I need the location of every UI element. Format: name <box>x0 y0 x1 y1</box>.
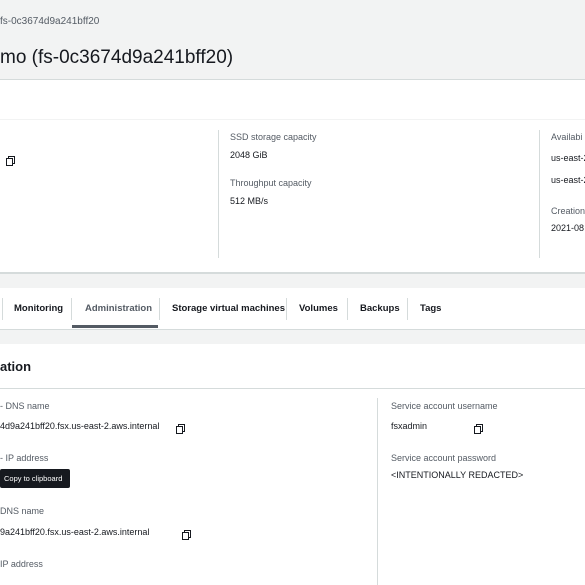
tab-separator <box>159 298 160 320</box>
header-divider <box>0 79 585 80</box>
copy-icon[interactable] <box>6 156 15 166</box>
tab-bar-border <box>0 329 585 330</box>
page-title: mo (fs-0c3674d9a241bff20) <box>0 47 234 68</box>
service-account-username-value: fsxadmin <box>391 421 428 431</box>
dns-name-value: 4d9a241bff20.fsx.us-east-2.aws.internal <box>0 421 160 431</box>
summary-panel-border <box>0 272 585 274</box>
copy-icon[interactable] <box>176 424 186 434</box>
ssd-capacity-value: 2048 GiB <box>230 150 268 160</box>
summary-column-divider <box>218 130 219 258</box>
tab-separator <box>286 298 287 320</box>
service-account-username-label: Service account username <box>391 401 498 411</box>
administration-panel <box>0 389 585 585</box>
availability-value: us-east-2 <box>551 153 585 163</box>
tooltip-text: Copy to clipboard <box>4 474 63 483</box>
tab-separator <box>407 298 408 320</box>
availability-label: Availabi <box>551 132 583 142</box>
summary-column-divider <box>539 130 540 258</box>
dns-name-label: DNS name <box>0 506 45 516</box>
header-band <box>0 79 585 119</box>
breadcrumb[interactable]: fs-0c3674d9a241bff20 <box>0 16 99 27</box>
dns-name-value: 9a241bff20.fsx.us-east-2.aws.internal <box>0 527 150 537</box>
copy-icon[interactable] <box>474 424 484 434</box>
tab-volumes[interactable]: Volumes <box>299 303 338 314</box>
copy-icon[interactable] <box>181 530 191 540</box>
tab-separator <box>2 298 3 320</box>
dns-name-label: - DNS name <box>0 401 50 411</box>
creation-label: Creation <box>551 206 585 216</box>
tab-backups[interactable]: Backups <box>360 303 400 314</box>
tab-separator <box>347 298 348 320</box>
throughput-capacity-label: Throughput capacity <box>230 178 312 188</box>
tab-separator <box>71 298 72 320</box>
ssd-capacity-label: SSD storage capacity <box>230 132 317 142</box>
service-account-password-label: Service account password <box>391 453 497 463</box>
tab-tags[interactable]: Tags <box>420 303 441 314</box>
service-account-password-value: <INTENTIONALLY REDACTED> <box>391 470 524 480</box>
creation-value: 2021-08 <box>551 223 585 233</box>
tab-administration[interactable]: Administration <box>85 303 152 314</box>
ip-address-label: - IP address <box>0 453 49 463</box>
administration-header <box>0 344 585 388</box>
copy-to-clipboard-tooltip: Copy to clipboard <box>0 469 70 488</box>
summary-panel <box>0 120 585 272</box>
ip-address-label: IP address <box>0 559 43 569</box>
section-title: ation <box>0 359 32 374</box>
availability-value: us-east-2 <box>551 175 585 185</box>
tab-monitoring[interactable]: Monitoring <box>14 303 63 314</box>
admin-column-divider <box>377 398 378 585</box>
throughput-capacity-value: 512 MB/s <box>230 196 269 206</box>
active-tab-indicator <box>72 325 158 328</box>
tab-storage-virtual-machines[interactable]: Storage virtual machines <box>172 303 285 314</box>
